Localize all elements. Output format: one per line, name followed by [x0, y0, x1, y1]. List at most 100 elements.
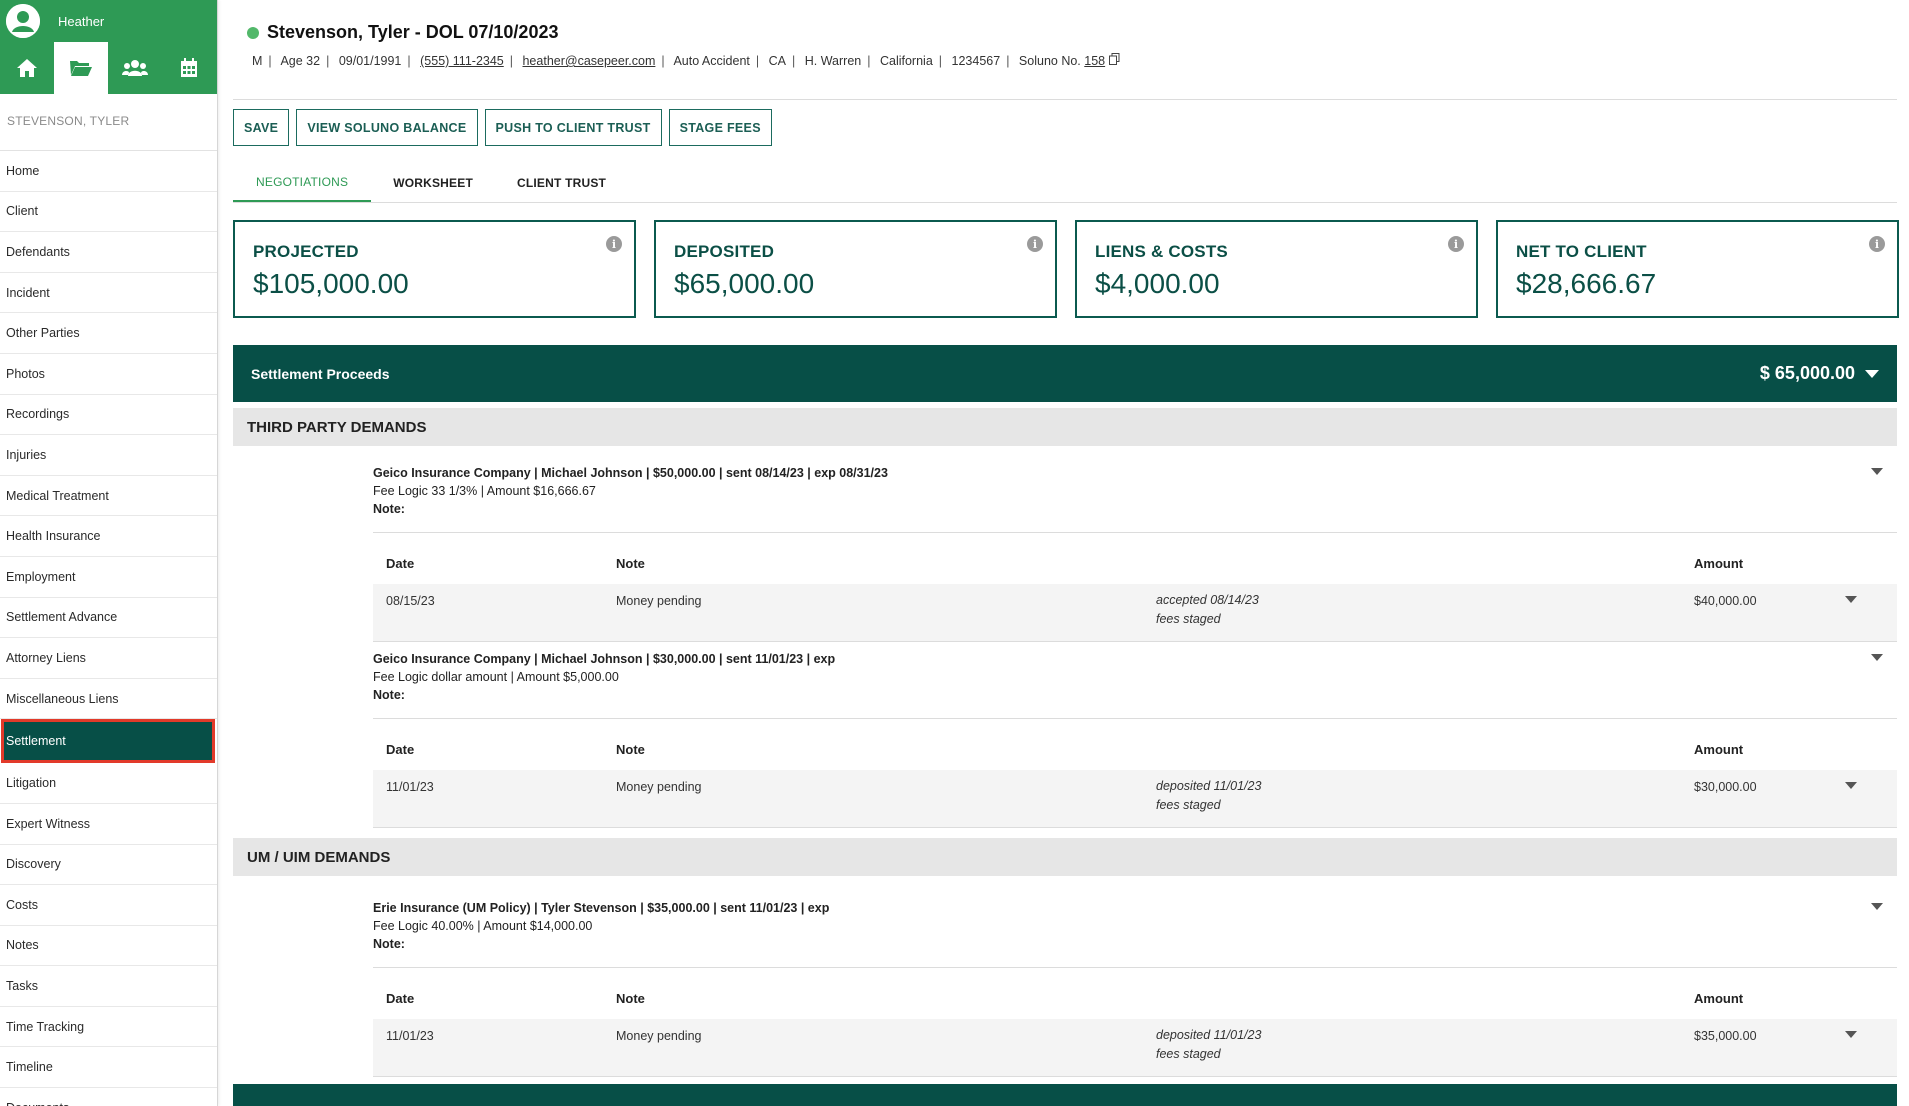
- amount-header: Amount: [1694, 742, 1744, 757]
- note-header: Note: [616, 742, 645, 757]
- tab-worksheet[interactable]: WORKSHEET: [371, 163, 495, 202]
- sidebar: Heather STEVENSON, TYLER Home Client Defen…: [0, 0, 218, 1106]
- info-icon[interactable]: i: [606, 236, 622, 252]
- demand-fee: Fee Logic 33 1/3% | Amount $16,666.67: [373, 484, 596, 498]
- row-status: deposited 11/01/23 fees staged: [1156, 777, 1261, 815]
- liens-costs-value: $4,000.00: [1095, 268, 1220, 299]
- push-to-client-trust-button[interactable]: PUSH TO CLIENT TRUST: [484, 109, 662, 146]
- sidebar-item-recordings[interactable]: Recordings: [0, 395, 217, 436]
- sidebar-item-expert-witness[interactable]: Expert Witness: [0, 804, 217, 845]
- info-icon[interactable]: i: [1869, 236, 1885, 252]
- case-header: Stevenson, Tyler - DOL 07/10/2023 M | Age…: [233, 0, 1897, 100]
- table-row[interactable]: 11/01/23 Money pending deposited 11/01/2…: [373, 770, 1897, 828]
- meta-soluno-label: Soluno No.: [1018, 54, 1081, 68]
- sidebar-item-costs[interactable]: Costs: [0, 885, 217, 926]
- sidebar-item-litigation[interactable]: Litigation: [0, 763, 217, 804]
- demand-summary: Geico Insurance Company | Michael Johnso…: [373, 466, 888, 480]
- stage-fees-button[interactable]: STAGE FEES: [668, 109, 772, 146]
- sidebar-item-client[interactable]: Client: [0, 192, 217, 233]
- meta-dob: 09/01/1991: [338, 54, 402, 68]
- chevron-down-icon[interactable]: [1871, 654, 1883, 661]
- sidebar-item-health-insurance[interactable]: Health Insurance: [0, 516, 217, 557]
- copy-icon[interactable]: [1108, 53, 1120, 68]
- sidebar-item-discovery[interactable]: Discovery: [0, 845, 217, 886]
- table-row[interactable]: 11/01/23 Money pending deposited 11/01/2…: [373, 1019, 1897, 1077]
- divider: [373, 718, 1897, 719]
- demand-note-label: Note:: [373, 688, 405, 702]
- date-header: Date: [386, 991, 415, 1006]
- sidebar-item-notes[interactable]: Notes: [0, 926, 217, 967]
- meta-soluno-link[interactable]: 158: [1084, 54, 1105, 68]
- info-icon[interactable]: i: [1448, 236, 1464, 252]
- sidebar-item-documents[interactable]: Documents: [0, 1088, 217, 1106]
- sidebar-item-medical-treatment[interactable]: Medical Treatment: [0, 476, 217, 517]
- folder-icon[interactable]: [54, 42, 108, 94]
- row-status: accepted 08/14/23 fees staged: [1156, 591, 1259, 629]
- sidebar-item-settlement-advance[interactable]: Settlement Advance: [0, 598, 217, 639]
- chevron-down-icon[interactable]: [1845, 596, 1857, 603]
- sidebar-item-home[interactable]: Home: [0, 151, 217, 192]
- row-status-line1: deposited 11/01/23: [1156, 779, 1262, 793]
- chevron-down-icon[interactable]: [1845, 782, 1857, 789]
- sidebar-item-other-parties[interactable]: Other Parties: [0, 313, 217, 354]
- tab-bar: NEGOTIATIONS WORKSHEET CLIENT TRUST: [233, 163, 1897, 203]
- meta-case-type: Auto Accident: [673, 54, 750, 68]
- settlement-proceeds-amount: $ 65,000.00: [1760, 363, 1879, 384]
- deposited-label: DEPOSITED: [674, 242, 775, 261]
- next-section-header[interactable]: [233, 1084, 1897, 1106]
- row-amount: $40,000.00: [1694, 594, 1757, 608]
- sidebar-item-timeline[interactable]: Timeline: [0, 1047, 217, 1089]
- case-meta: M | Age 32 | 09/01/1991 | (555) 111-2345 | h…: [252, 53, 1120, 68]
- chevron-down-icon[interactable]: [1871, 903, 1883, 910]
- liens-costs-label: LIENS & COSTS: [1095, 242, 1228, 261]
- home-icon[interactable]: [0, 42, 54, 94]
- net-to-client-value: $28,666.67: [1516, 268, 1657, 299]
- row-date: 08/15/23: [386, 594, 435, 608]
- demand-item[interactable]: Geico Insurance Company | Michael Johnso…: [373, 652, 1897, 702]
- date-header: Date: [386, 742, 415, 757]
- sidebar-item-attorney-liens[interactable]: Attorney Liens: [0, 638, 217, 679]
- sidebar-item-miscellaneous-liens[interactable]: Miscellaneous Liens: [0, 679, 217, 720]
- chevron-down-icon[interactable]: [1845, 1031, 1857, 1038]
- sidebar-item-employment[interactable]: Employment: [0, 557, 217, 598]
- user-avatar-icon: [6, 4, 40, 38]
- row-date: 11/01/23: [386, 780, 434, 794]
- table-row[interactable]: 08/15/23 Money pending accepted 08/14/23…: [373, 584, 1897, 642]
- row-status-line2: fees staged: [1156, 612, 1221, 626]
- settlement-proceeds-header[interactable]: Settlement Proceeds $ 65,000.00: [233, 345, 1897, 402]
- row-status-line2: fees staged: [1156, 1047, 1221, 1061]
- tab-negotiations[interactable]: NEGOTIATIONS: [233, 163, 372, 202]
- sidebar-item-settlement[interactable]: Settlement: [1, 719, 215, 764]
- sidebar-item-defendants[interactable]: Defendants: [0, 232, 217, 273]
- demand-summary: Geico Insurance Company | Michael Johnso…: [373, 652, 836, 666]
- chevron-down-icon[interactable]: [1871, 468, 1883, 475]
- status-dot: [247, 26, 259, 39]
- view-soluno-balance-button[interactable]: VIEW SOLUNO BALANCE: [296, 109, 478, 146]
- sidebar-item-tasks[interactable]: Tasks: [0, 966, 217, 1007]
- tab-client-trust[interactable]: CLIENT TRUST: [495, 163, 628, 202]
- save-button[interactable]: SAVE: [233, 109, 290, 146]
- row-note: Money pending: [616, 1029, 702, 1043]
- projected-card: PROJECTED $105,000.00 i: [233, 220, 636, 318]
- settlement-proceeds-value: $ 65,000.00: [1759, 363, 1855, 383]
- third-party-demands-header: THIRD PARTY DEMANDS: [233, 408, 1897, 446]
- users-icon[interactable]: [108, 42, 162, 94]
- sidebar-item-injuries[interactable]: Injuries: [0, 435, 217, 476]
- note-header: Note: [616, 556, 645, 571]
- meta-phone-link[interactable]: (555) 111-2345: [420, 54, 504, 68]
- info-icon[interactable]: i: [1027, 236, 1043, 252]
- sidebar-item-photos[interactable]: Photos: [0, 354, 217, 395]
- sidebar-item-incident[interactable]: Incident: [0, 273, 217, 314]
- meta-case-number: 1234567: [951, 54, 1001, 68]
- calendar-icon[interactable]: [162, 42, 216, 94]
- sidebar-item-time-tracking[interactable]: Time Tracking: [0, 1007, 217, 1048]
- sidebar-menu: Home Client Defendants Incident Other Partie…: [0, 151, 217, 1106]
- meta-email-link[interactable]: heather@casepeer.com: [522, 54, 655, 68]
- projected-label: PROJECTED: [253, 242, 359, 261]
- chevron-down-icon[interactable]: [1865, 369, 1879, 378]
- user-bar[interactable]: Heather: [0, 0, 217, 42]
- row-status: deposited 11/01/23 fees staged: [1156, 1026, 1261, 1064]
- demand-item[interactable]: Erie Insurance (UM Policy) | Tyler Steve…: [373, 901, 1897, 951]
- demand-item[interactable]: Geico Insurance Company | Michael Johnso…: [373, 466, 1897, 516]
- liens-costs-card: LIENS & COSTS $4,000.00 i: [1075, 220, 1478, 318]
